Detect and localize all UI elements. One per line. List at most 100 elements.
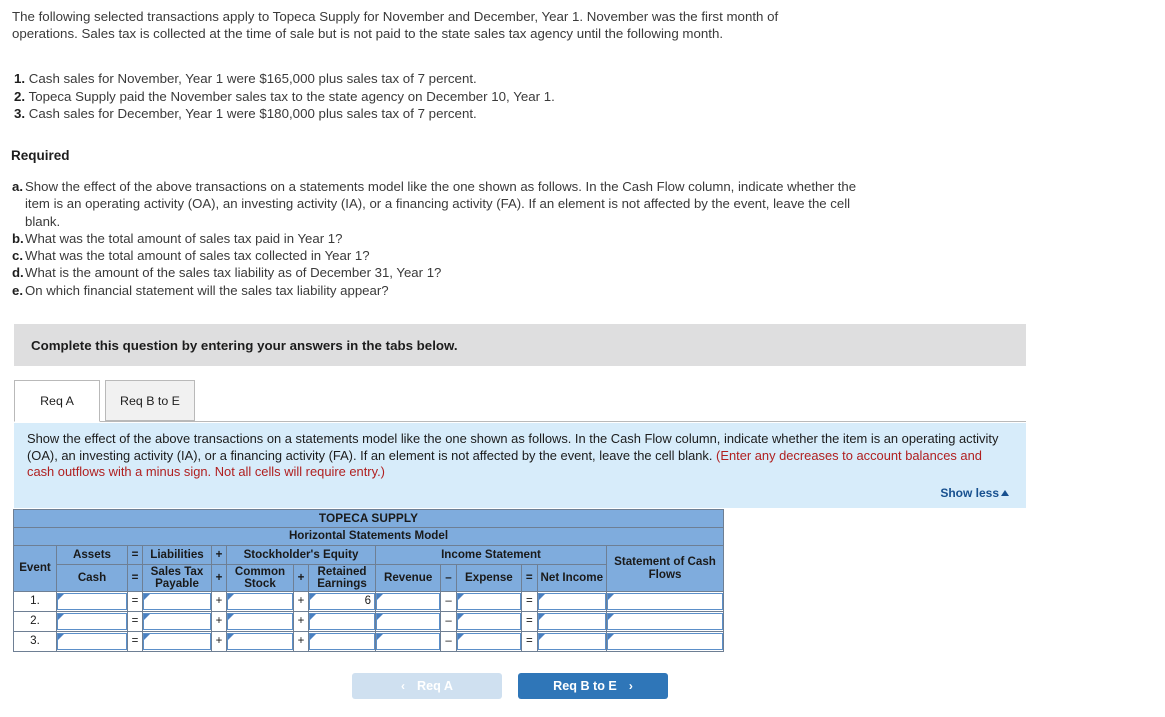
- table-row: 2. = + + – =: [13, 611, 724, 632]
- complete-question-banner: Complete this question by entering your …: [14, 324, 1026, 366]
- instruction-panel: Show the effect of the above transaction…: [14, 423, 1026, 508]
- cell-revenue[interactable]: [374, 631, 442, 652]
- cell-cash[interactable]: [56, 631, 128, 652]
- input-net-income[interactable]: [537, 613, 606, 630]
- input-sales-tax-payable[interactable]: [143, 593, 211, 610]
- input-expense[interactable]: [456, 633, 522, 650]
- input-net-income[interactable]: [537, 593, 606, 610]
- header-plus-1: +: [211, 545, 227, 565]
- cell-cash-flows[interactable]: [606, 631, 724, 652]
- input-net-income[interactable]: [537, 633, 606, 650]
- op-equals: =: [127, 591, 143, 612]
- input-revenue[interactable]: [376, 593, 441, 610]
- cell-net-income[interactable]: [536, 631, 608, 652]
- op-plus-2: +: [293, 631, 309, 652]
- cell-expense[interactable]: [455, 631, 523, 652]
- required-item-text: What was the total amount of sales tax p…: [25, 230, 343, 246]
- header-cash: Cash: [56, 564, 128, 592]
- cell-cash-flows[interactable]: [606, 611, 724, 632]
- required-item-text: What was the total amount of sales tax c…: [25, 248, 370, 264]
- input-cash-flows[interactable]: [607, 613, 723, 630]
- input-revenue[interactable]: [376, 613, 441, 630]
- header-net-income: Net Income: [536, 564, 608, 592]
- table-group-header-row: Event Assets = Liabilities + Stockholder…: [13, 545, 724, 592]
- cell-cash[interactable]: [56, 591, 128, 612]
- horizontal-statements-model-table: TOPECA SUPPLY Horizontal Statements Mode…: [13, 509, 724, 652]
- required-item-c: c. What was the total amount of sales ta…: [12, 247, 872, 264]
- required-item-label: e.: [12, 282, 23, 298]
- header-event: Event: [13, 545, 57, 592]
- input-sales-tax-payable[interactable]: [143, 633, 211, 650]
- input-common-stock[interactable]: [227, 593, 293, 610]
- header-assets: Assets: [56, 545, 128, 565]
- header-stockholders-equity: Stockholder's Equity: [226, 545, 376, 565]
- required-item-text: On which financial statement will the sa…: [25, 282, 389, 298]
- cell-net-income[interactable]: [536, 591, 608, 612]
- op-plus: +: [211, 631, 227, 652]
- cell-cash-flows[interactable]: [606, 591, 724, 612]
- cell-revenue[interactable]: [374, 611, 442, 632]
- header-statement-of-cash-flows: Statement of Cash Flows: [606, 545, 724, 592]
- cell-sales-tax-payable[interactable]: [142, 611, 212, 632]
- header-income-statement: Income Statement: [375, 545, 607, 565]
- prev-req-a-button[interactable]: ‹ Req A: [352, 673, 502, 699]
- input-retained-earnings[interactable]: 6: [309, 593, 375, 610]
- required-item-label: b.: [12, 230, 24, 246]
- transaction-item: 2. Topeca Supply paid the November sales…: [14, 88, 714, 106]
- cell-net-income[interactable]: [536, 611, 608, 632]
- cell-common-stock[interactable]: [226, 611, 294, 632]
- cell-expense[interactable]: [455, 611, 523, 632]
- caret-up-icon: [1001, 490, 1009, 496]
- transaction-number: 2.: [14, 88, 26, 104]
- cell-sales-tax-payable[interactable]: [142, 591, 212, 612]
- header-equals-2: =: [521, 564, 538, 592]
- input-sales-tax-payable[interactable]: [143, 613, 211, 630]
- input-common-stock[interactable]: [227, 633, 293, 650]
- cell-retained-earnings[interactable]: [308, 611, 376, 632]
- required-item-label: c.: [12, 248, 23, 264]
- header-expense: Expense: [455, 564, 523, 592]
- table-row: 1. = + + 6 – =: [13, 591, 724, 612]
- input-cash[interactable]: [57, 593, 127, 610]
- header-plus-1b: +: [211, 564, 227, 592]
- cell-retained-earnings[interactable]: 6: [308, 591, 376, 612]
- input-retained-earnings[interactable]: [309, 613, 375, 630]
- input-cash-flows[interactable]: [607, 633, 723, 650]
- input-cash[interactable]: [57, 633, 127, 650]
- instruction-text-wrap: Show the effect of the above transaction…: [27, 431, 1012, 481]
- input-retained-earnings-value: 6: [364, 595, 371, 607]
- op-plus-2: +: [293, 591, 309, 612]
- input-cash[interactable]: [57, 613, 127, 630]
- input-expense[interactable]: [456, 613, 522, 630]
- cell-cash[interactable]: [56, 611, 128, 632]
- transaction-text: Topeca Supply paid the November sales ta…: [28, 88, 555, 104]
- tab-req-b-to-e-label: Req B to E: [120, 393, 180, 408]
- cell-retained-earnings[interactable]: [308, 631, 376, 652]
- cell-expense[interactable]: [455, 591, 523, 612]
- input-expense[interactable]: [456, 593, 522, 610]
- cell-common-stock[interactable]: [226, 591, 294, 612]
- op-plus: +: [211, 611, 227, 632]
- model-subtitle-cell: Horizontal Statements Model: [13, 527, 724, 546]
- input-retained-earnings[interactable]: [309, 633, 375, 650]
- input-common-stock[interactable]: [227, 613, 293, 630]
- cell-common-stock[interactable]: [226, 631, 294, 652]
- header-plus-2: +: [293, 564, 309, 592]
- required-item-b: b. What was the total amount of sales ta…: [12, 230, 872, 247]
- tab-req-b-to-e[interactable]: Req B to E: [105, 380, 195, 421]
- required-item-d: d. What is the amount of the sales tax l…: [12, 264, 872, 281]
- show-less-label: Show less: [940, 486, 999, 500]
- cell-sales-tax-payable[interactable]: [142, 631, 212, 652]
- op-plus-2: +: [293, 611, 309, 632]
- next-req-b-to-e-button[interactable]: Req B to E ›: [518, 673, 668, 699]
- input-revenue[interactable]: [376, 633, 441, 650]
- header-equals-1: =: [127, 545, 143, 565]
- required-item-e: e. On which financial statement will the…: [12, 282, 872, 299]
- show-less-link[interactable]: Show less: [940, 486, 1009, 500]
- transaction-list: 1. Cash sales for November, Year 1 were …: [14, 70, 714, 123]
- header-equals-1b: =: [127, 564, 143, 592]
- input-cash-flows[interactable]: [607, 593, 723, 610]
- cell-revenue[interactable]: [374, 591, 442, 612]
- tab-req-a[interactable]: Req A: [14, 380, 100, 422]
- header-common-stock: Common Stock: [226, 564, 294, 592]
